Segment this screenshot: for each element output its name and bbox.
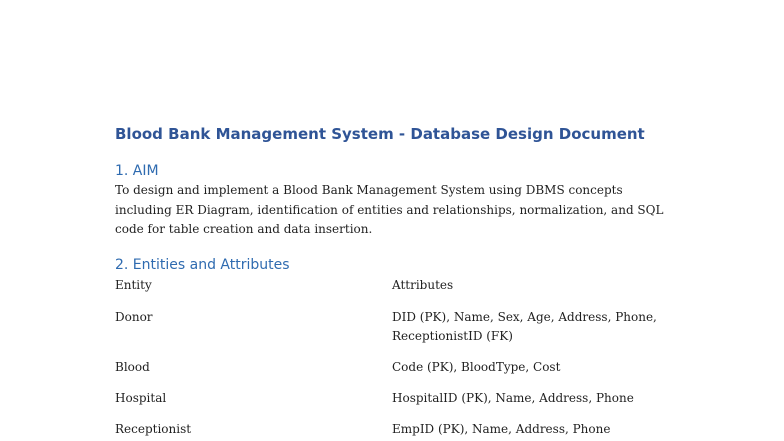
- section-heading-aim: 1. AIM: [115, 163, 159, 179]
- attributes-cell: EmpID (PK), Name, Address, Phone: [392, 420, 675, 441]
- aim-paragraph-line: including ER Diagram, identification of …: [115, 202, 664, 217]
- attributes-cell: DID (PK), Name, Sex, Age, Address, Phone…: [392, 308, 675, 358]
- attributes-line: ReceptionistID (FK): [392, 328, 513, 343]
- table-header-row: Entity Attributes: [115, 276, 675, 308]
- entities-table: Entity Attributes Donor DID (PK), Name, …: [115, 276, 675, 441]
- section-heading-entities: 2. Entities and Attributes: [115, 256, 290, 273]
- document-title: Blood Bank Management System - Database …: [115, 125, 645, 143]
- entity-cell: Blood: [115, 359, 150, 374]
- table-row: Hospital HospitalID (PK), Name, Address,…: [115, 389, 675, 420]
- attributes-cell: HospitalID (PK), Name, Address, Phone: [392, 389, 675, 420]
- table-row: Receptionist EmpID (PK), Name, Address, …: [115, 420, 675, 441]
- aim-paragraph-line: To design and implement a Blood Bank Man…: [115, 183, 623, 197]
- table-row: Donor DID (PK), Name, Sex, Age, Address,…: [115, 308, 675, 358]
- section-entities: 2. Entities and Attributes Entity Attrib…: [115, 255, 675, 441]
- column-header-entity: Entity: [115, 277, 152, 292]
- attributes-line: EmpID (PK), Name, Address, Phone: [392, 421, 611, 436]
- entity-cell: Donor: [115, 309, 153, 324]
- aim-paragraph: To design and implement a Blood Bank Man…: [115, 181, 675, 240]
- aim-paragraph-line: code for table creation and data inserti…: [115, 222, 373, 236]
- document-body: Blood Bank Management System - Database …: [115, 123, 675, 441]
- column-header-attributes: Attributes: [392, 277, 454, 292]
- attributes-line: DID (PK), Name, Sex, Age, Address, Phone…: [392, 309, 657, 324]
- section-aim: 1. AIM To design and implement a Blood B…: [115, 161, 675, 240]
- document-page: Blood Bank Management System - Database …: [0, 0, 784, 441]
- entity-cell: Hospital: [115, 390, 167, 405]
- attributes-cell: Code (PK), BloodType, Cost: [392, 358, 675, 389]
- table-row: Blood Code (PK), BloodType, Cost: [115, 358, 675, 389]
- attributes-line: Code (PK), BloodType, Cost: [392, 359, 561, 374]
- attributes-line: HospitalID (PK), Name, Address, Phone: [392, 390, 634, 405]
- entity-cell: Receptionist: [115, 421, 192, 436]
